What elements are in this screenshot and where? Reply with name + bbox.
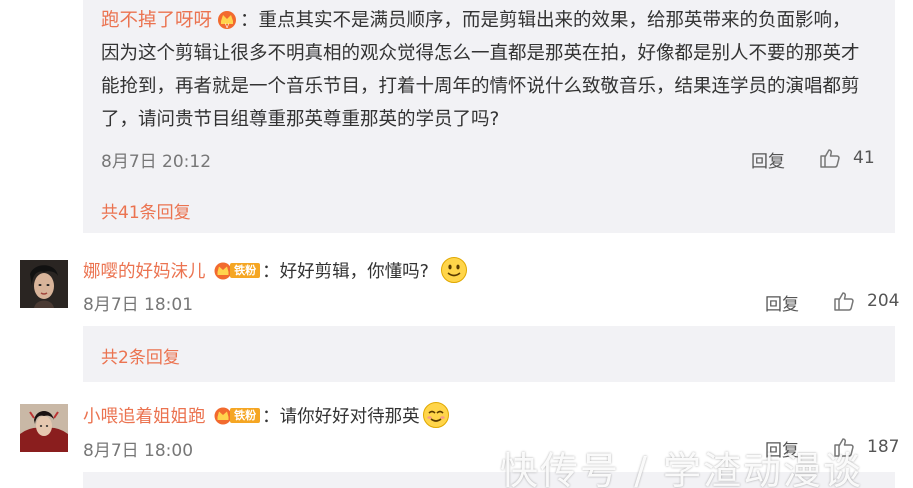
reply-time: 8月7日 20:12 bbox=[101, 152, 212, 172]
smile-face-icon bbox=[441, 257, 468, 283]
comment-text: ：请你好好对待那英 bbox=[262, 407, 420, 427]
reply-username[interactable]: 跑不掉了呀呀 bbox=[101, 10, 212, 31]
like-button[interactable]: 204 bbox=[833, 290, 899, 312]
avatar-image bbox=[20, 404, 68, 452]
fan-tag-label: 铁粉 bbox=[230, 408, 261, 423]
reply-button[interactable]: 回复 bbox=[751, 147, 785, 172]
reply-line-4: 了，请问贵节目组尊重那英尊重那英的学员了吗? bbox=[101, 109, 500, 130]
comment-header: 小喂追着姐姐跑 铁粉 ：请你好好对待那英 bbox=[83, 401, 450, 429]
reply-content: 跑不掉了呀呀 V ：重点其实不是满员顺序，而是剪辑出来的效果，给那英带来的负面影响，… bbox=[101, 4, 881, 136]
nested-reply: 跑不掉了呀呀 V ：重点其实不是满员顺序，而是剪辑出来的效果，给那英带来的负面影响，… bbox=[83, 0, 895, 233]
like-count: 187 bbox=[867, 437, 900, 457]
avatar[interactable] bbox=[20, 404, 68, 452]
comment-header: 娜嘤的好妈沫儿 铁粉 ：好好剪辑，你懂吗? bbox=[83, 256, 468, 284]
blush-smile-icon bbox=[422, 402, 449, 428]
like-button[interactable]: 41 bbox=[819, 147, 875, 169]
comment-text: ：好好剪辑，你懂吗? bbox=[262, 262, 429, 282]
watermark-text: 快传号 / 学渣动漫谈 bbox=[500, 449, 863, 488]
reply-line-3: 能抢到，再者就是一个音乐节目，打着十周年的情怀说什么致敬音乐，结果连学员的演唱都… bbox=[101, 76, 860, 97]
more-replies-bar: 共2条回复 bbox=[83, 326, 895, 382]
fan-tag-label: 铁粉 bbox=[230, 263, 261, 278]
more-replies-link[interactable]: 共41条回复 bbox=[101, 198, 191, 223]
reply-line-2: 因为这个剪辑让很多不明真相的观众觉得怎么一直都是那英在拍，好像都是别人不要的那英… bbox=[101, 43, 860, 64]
avatar[interactable] bbox=[20, 260, 68, 308]
like-count: 204 bbox=[867, 291, 900, 311]
avatar-image bbox=[20, 260, 68, 308]
reply-first-line: ：重点其实不是满员顺序，而是剪辑出来的效果，给那英带来的负面影响， bbox=[240, 10, 851, 31]
vip-crown-icon: V bbox=[218, 11, 237, 29]
more-replies-link[interactable]: 共2条回复 bbox=[101, 343, 180, 368]
fan-badge[interactable]: 铁粉 bbox=[213, 261, 261, 280]
comment-time: 8月7日 18:01 bbox=[83, 295, 194, 315]
like-count: 41 bbox=[853, 148, 875, 168]
reply-meta: 8月7日 20:12 回复 41 bbox=[101, 147, 881, 172]
reply-button[interactable]: 回复 bbox=[765, 290, 799, 315]
fan-badge[interactable]: 铁粉 bbox=[213, 406, 261, 425]
comment-meta: 8月7日 18:01 回复 204 bbox=[83, 290, 899, 315]
comment-time: 8月7日 18:00 bbox=[83, 441, 194, 461]
thumbs-up-icon bbox=[834, 292, 854, 311]
comment-username[interactable]: 娜嘤的好妈沫儿 bbox=[83, 262, 206, 282]
comment-username[interactable]: 小喂追着姐姐跑 bbox=[83, 407, 206, 427]
thumbs-up-icon bbox=[820, 149, 840, 168]
